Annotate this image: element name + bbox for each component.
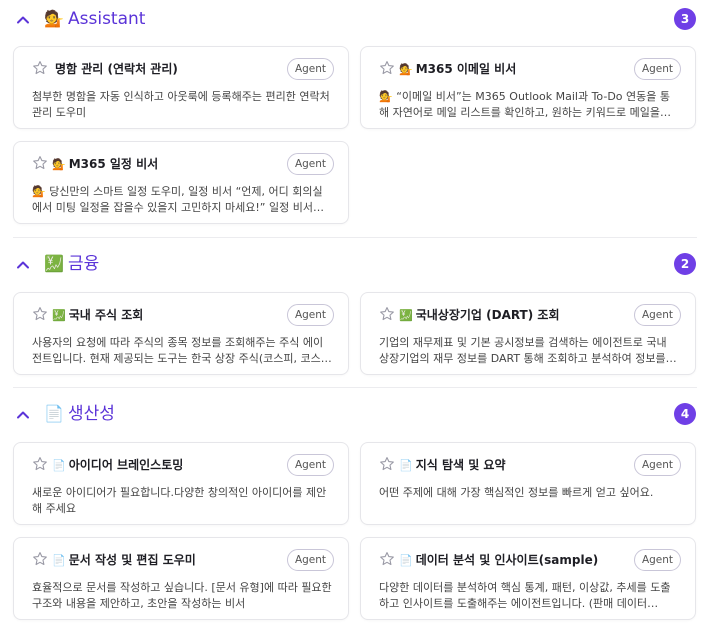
- card-description: 다양한 데이터를 분석하여 핵심 통계, 패턴, 이상값, 추세를 도출하고 인…: [379, 581, 671, 610]
- card-title-text: 명함 관리 (연락처 관리): [55, 62, 178, 76]
- section-emoji-icon: 💹: [44, 254, 64, 273]
- card-title-text: 국내 주식 조회: [68, 308, 144, 322]
- card-title: 💹 국내 주식 조회: [52, 307, 258, 324]
- card-title: 💹 국내상장기업 (DART) 조회: [399, 307, 605, 324]
- agent-card[interactable]: 📄 지식 탐색 및 요약 Agent 어떤 주제에 대해 가장 핵심적인 정보를 …: [360, 442, 696, 525]
- star-icon[interactable]: [379, 456, 395, 472]
- card-title-text: 지식 탐색 및 요약: [415, 458, 506, 472]
- star-icon[interactable]: [379, 551, 395, 567]
- card-emoji-icon: 📄: [52, 554, 66, 567]
- card-title-text: 데이터 분석 및 인사이트(sample): [415, 553, 599, 567]
- card-emoji-icon: 📄: [52, 459, 66, 472]
- card-emoji-icon: 💁: [52, 158, 66, 171]
- section-header[interactable]: 💁 Assistant 3: [0, 0, 715, 40]
- card-description: 첨부한 명함을 자동 인식하고 아웃룩에 등록해주는 편리한 연락처 관리 도우…: [32, 90, 330, 119]
- agent-badge: Agent: [634, 304, 681, 326]
- card-title: 💁 M365 이메일 비서: [399, 61, 605, 78]
- card-description: 💁 당신만의 스마트 일정 도우미, 일정 비서 “언제, 어디 회의실에서 미…: [32, 185, 324, 214]
- card-title-text: 국내상장기업 (DART) 조회: [415, 308, 560, 322]
- agent-badge: Agent: [287, 58, 334, 80]
- star-icon[interactable]: [32, 551, 48, 567]
- card-description: 💁 “이메일 비서”는 M365 Outlook Mail과 To-Do 연동을…: [379, 90, 670, 119]
- card-emoji-icon: 💹: [52, 309, 66, 322]
- section-title: 금융: [68, 254, 100, 274]
- section-divider: [13, 237, 697, 238]
- section-header[interactable]: 📄 생산성 4: [0, 395, 715, 435]
- section-emoji-icon: 📄: [44, 404, 64, 423]
- agent-badge: Agent: [634, 454, 681, 476]
- agent-card[interactable]: 📄 아이디어 브레인스토밍 Agent 새로운 아이디어가 필요합니다.다양한 창…: [13, 442, 349, 525]
- agent-badge: Agent: [287, 304, 334, 326]
- card-title: 📄 데이터 분석 및 인사이트(sample): [399, 552, 605, 569]
- card-title: 📄 문서 작성 및 편집 도우미: [52, 552, 258, 569]
- section-divider: [13, 387, 697, 388]
- card-title-text: 문서 작성 및 편집 도우미: [68, 553, 196, 567]
- agent-card[interactable]: 📄 문서 작성 및 편집 도우미 Agent 효율적으로 문서를 작성하고 싶습니…: [13, 537, 349, 620]
- agent-card[interactable]: 📄 데이터 분석 및 인사이트(sample) Agent 다양한 데이터를 분석…: [360, 537, 696, 620]
- chevron-up-icon[interactable]: [14, 256, 32, 274]
- agent-badge: Agent: [634, 549, 681, 571]
- star-icon[interactable]: [32, 155, 48, 171]
- agent-card[interactable]: 💹 국내 주식 조회 Agent 사용자의 요청에 따라 주식의 종목 정보를 조…: [13, 292, 349, 375]
- card-emoji-icon: 💁: [399, 63, 413, 76]
- section-count-badge: 4: [674, 403, 696, 425]
- section-count-badge: 3: [674, 8, 696, 30]
- agent-card[interactable]: 명함 관리 (연락처 관리) Agent 첨부한 명함을 자동 인식하고 아웃룩…: [13, 46, 349, 129]
- card-description: 효율적으로 문서를 작성하고 싶습니다. [문서 유형]에 따라 필요한 구조와…: [32, 581, 332, 610]
- agent-badge: Agent: [287, 549, 334, 571]
- section-header[interactable]: 💹 금융 2: [0, 245, 715, 285]
- section-emoji-icon: 💁: [44, 9, 64, 28]
- agent-badge: Agent: [287, 153, 334, 175]
- card-title: 📄 지식 탐색 및 요약: [399, 457, 605, 474]
- star-icon[interactable]: [32, 456, 48, 472]
- card-title-text: 아이디어 브레인스토밍: [68, 458, 184, 472]
- card-description: 새로운 아이디어가 필요합니다.다양한 창의적인 아이디어를 제안해 주세요: [32, 486, 327, 515]
- card-description: 사용자의 요청에 따라 주식의 종목 정보를 조회해주는 주식 에이전트입니다.…: [32, 336, 332, 365]
- star-icon[interactable]: [32, 306, 48, 322]
- card-emoji-icon: 💹: [399, 309, 413, 322]
- chevron-up-icon[interactable]: [14, 11, 32, 29]
- star-icon[interactable]: [379, 60, 395, 76]
- agent-card[interactable]: 💁 M365 이메일 비서 Agent 💁 “이메일 비서”는 M365 Outl…: [360, 46, 696, 129]
- card-description: 어떤 주제에 대해 가장 핵심적인 정보를 빠르게 얻고 싶어요.: [379, 486, 654, 499]
- card-title-text: M365 일정 비서: [68, 157, 159, 171]
- card-title: 📄 아이디어 브레인스토밍: [52, 457, 258, 474]
- card-title-text: M365 이메일 비서: [415, 62, 517, 76]
- agent-badge: Agent: [287, 454, 334, 476]
- star-icon[interactable]: [32, 60, 48, 76]
- card-title: 💁 M365 일정 비서: [52, 156, 258, 173]
- card-description: 기업의 재무제표 및 기본 공시정보를 검색하는 에이전트로 국내 상장기업의 …: [379, 336, 667, 365]
- card-emoji-icon: 📄: [399, 554, 413, 567]
- card-title: 명함 관리 (연락처 관리): [52, 61, 258, 78]
- section-title: Assistant: [68, 9, 146, 29]
- section-title: 생산성: [68, 404, 115, 424]
- agent-card[interactable]: 💁 M365 일정 비서 Agent 💁 당신만의 스마트 일정 도우미, 일정 …: [13, 141, 349, 224]
- star-icon[interactable]: [379, 306, 395, 322]
- section-count-badge: 2: [674, 253, 696, 275]
- card-emoji-icon: 📄: [399, 459, 413, 472]
- agent-badge: Agent: [634, 58, 681, 80]
- agent-card[interactable]: 💹 국내상장기업 (DART) 조회 Agent 기업의 재무제표 및 기본 공시…: [360, 292, 696, 375]
- chevron-up-icon[interactable]: [14, 406, 32, 424]
